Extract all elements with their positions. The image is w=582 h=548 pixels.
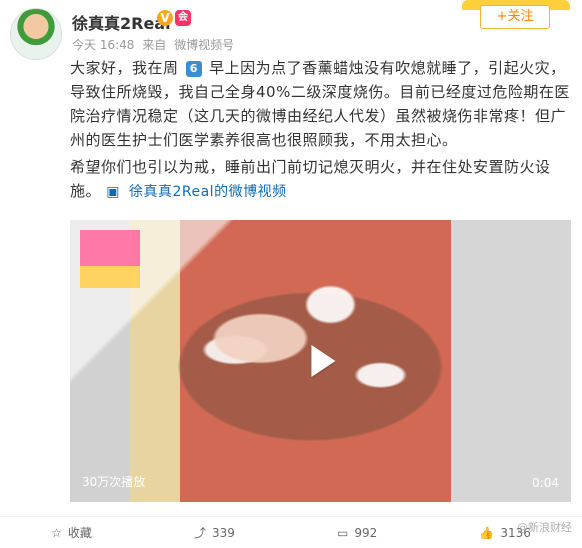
post-meta: 今天 16:48 来自 微博视频号 xyxy=(72,36,238,53)
star-icon: ☆ xyxy=(51,525,62,540)
post-paragraph-2: 希望你们也引以为戒，睡前出门前切记熄灭明火，并在住处安置防火设施。 ▣ 徐真真2… xyxy=(70,155,570,204)
video-link-text: 徐真真2Real的微博视频 xyxy=(128,184,287,200)
post-text: 大家好，我在周 6 早上因为点了香薰蜡烛没有吹熄就睡了，引起火灾，导致住所烧毁，… xyxy=(70,56,570,207)
collect-action[interactable]: ☆ 收藏 xyxy=(51,524,92,541)
video-duration: 0:04 xyxy=(532,476,559,490)
source-link[interactable]: 微博视频号 xyxy=(174,38,234,52)
username[interactable]: 徐真真2Real xyxy=(72,10,171,34)
comment-count: 992 xyxy=(354,525,378,540)
video-link[interactable]: ▣ 徐真真2Real的微博视频 xyxy=(106,184,286,200)
video-sign-pink xyxy=(80,230,140,266)
avatar[interactable] xyxy=(10,8,62,60)
follow-area: +关注 xyxy=(462,0,570,29)
video-link-icon: ▣ xyxy=(106,184,121,200)
source-prefix: 来自 xyxy=(142,38,167,52)
comment-action[interactable]: ▭ 992 xyxy=(337,526,377,540)
share-icon: ⤴ xyxy=(193,526,206,540)
post-paragraph-1: 大家好，我在周 6 早上因为点了香薰蜡烛没有吹熄就睡了，引起火灾，导致住所烧毁，… xyxy=(70,56,570,152)
weekday-badge-icon: 6 xyxy=(185,60,202,77)
video-views: 30万次播放 xyxy=(82,475,146,489)
member-badge-icon: 会 xyxy=(175,10,191,26)
action-bar: ☆ 收藏 ⤴ 339 ▭ 992 👍 3136 xyxy=(0,516,582,548)
post-time: 今天 16:48 xyxy=(72,38,135,52)
verified-badge-icon: V xyxy=(157,10,173,26)
video-player[interactable]: 30万次播放 0:04 xyxy=(70,220,571,502)
watermark: @新浪财经 xyxy=(517,521,572,534)
collect-label: 收藏 xyxy=(67,526,92,540)
share-action[interactable]: ⤴ 339 xyxy=(194,524,235,541)
follow-button[interactable]: +关注 xyxy=(480,5,550,29)
post-text-line1: 大家好，我在周 xyxy=(70,59,179,77)
share-count: 339 xyxy=(211,525,235,540)
comment-icon: ▭ xyxy=(337,525,349,540)
thumb-up-icon: 👍 xyxy=(479,525,495,540)
play-icon[interactable] xyxy=(310,345,335,377)
video-sign-yellow xyxy=(80,266,140,288)
